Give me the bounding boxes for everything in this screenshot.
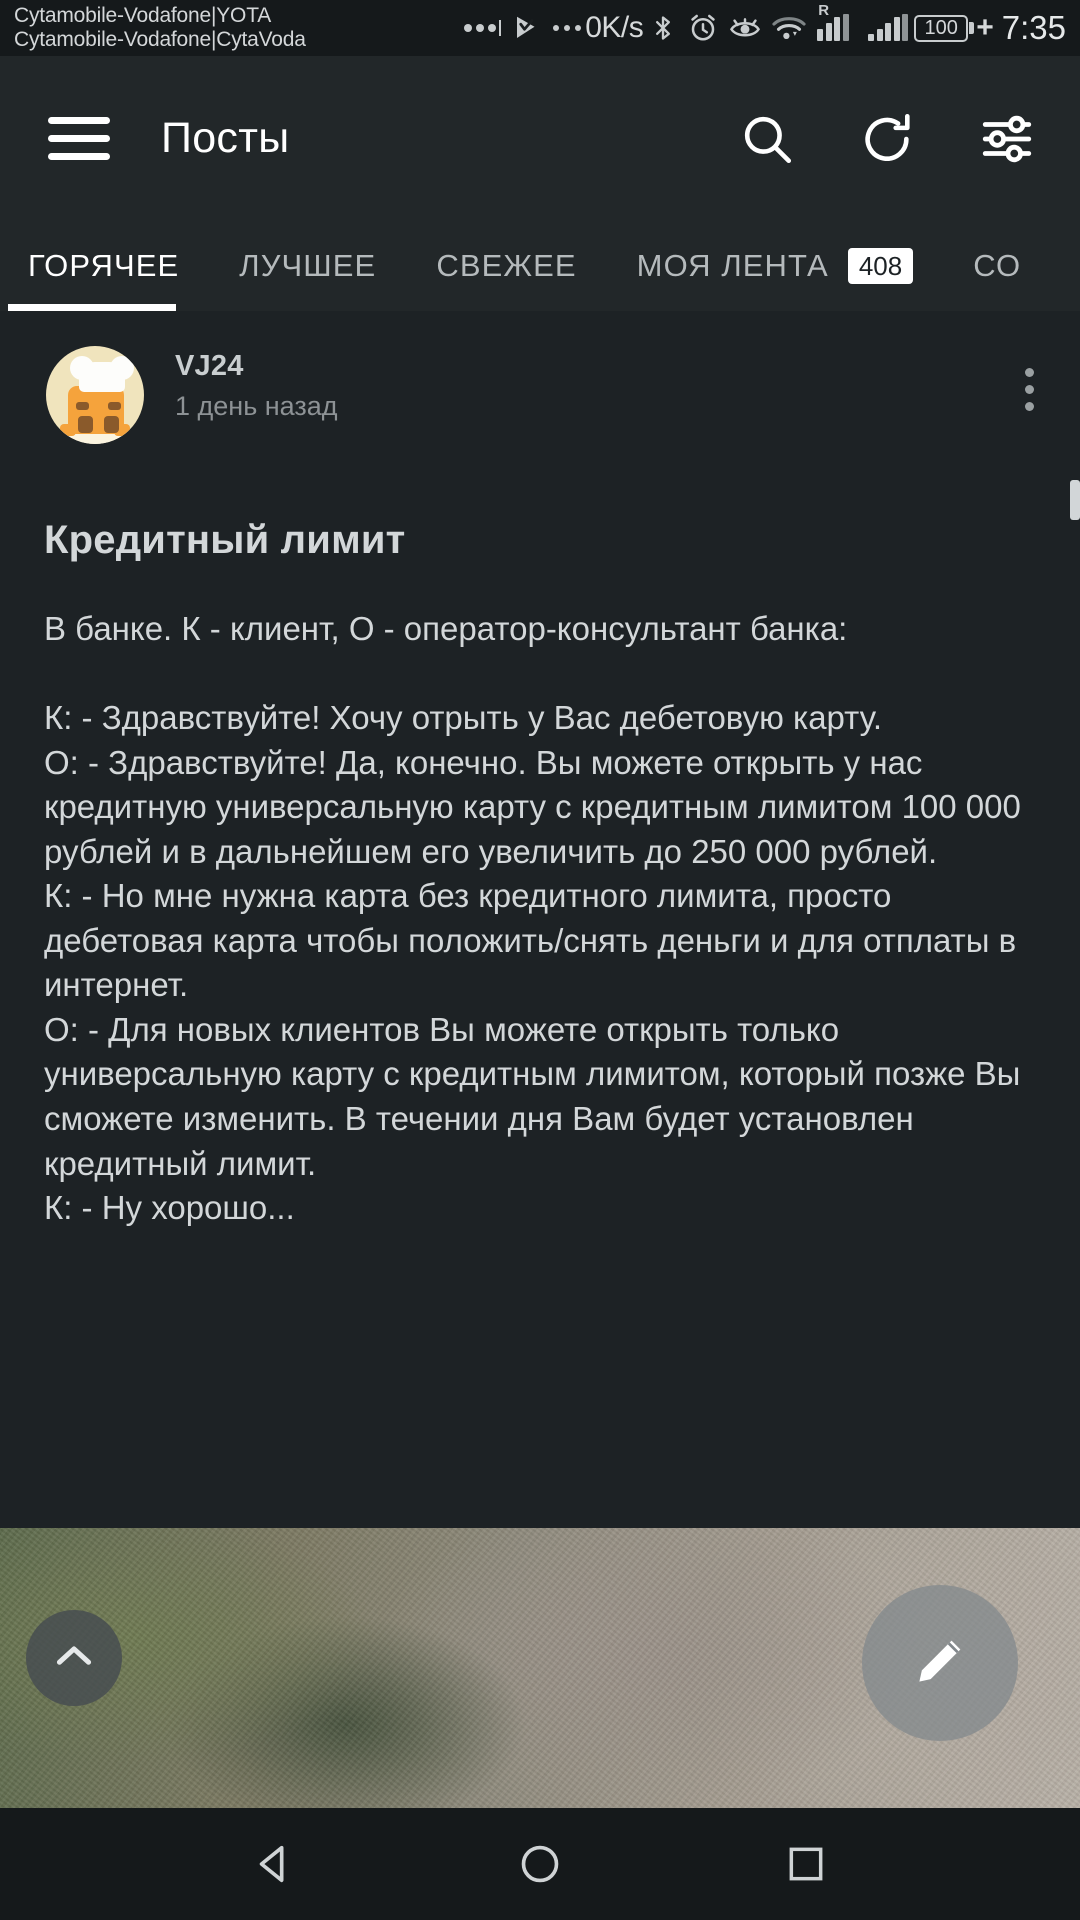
- carrier-line-2: Cytamobile-Vodafone|CytaVoda: [14, 28, 306, 51]
- post-body: В банке. К - клиент, О - оператор-консул…: [44, 610, 1021, 1227]
- tab-label: СО: [973, 248, 1022, 283]
- active-tab-indicator: [8, 304, 176, 311]
- signal-roaming-icon: R: [817, 2, 857, 41]
- scrollbar-thumb[interactable]: [1070, 480, 1080, 520]
- chef-avatar[interactable]: [46, 346, 144, 444]
- dots-menu-icon: [464, 24, 497, 32]
- bluetooth-icon: [649, 13, 677, 43]
- battery-level: 100: [924, 17, 958, 39]
- system-navigation-bar: [0, 1808, 1080, 1920]
- pencil-edit-icon: [907, 1628, 973, 1699]
- refresh-icon[interactable]: [856, 108, 918, 170]
- post-title[interactable]: Кредитный лимит: [44, 518, 1080, 563]
- post-meta: VJ24 1 день назад: [175, 346, 338, 422]
- tab-label: ЛУЧШЕЕ: [239, 248, 377, 283]
- roaming-label: R: [818, 2, 830, 19]
- status-bar: Cytamobile-Vodafone|YOTA Cytamobile-Voda…: [0, 0, 1080, 56]
- wifi-icon: [772, 14, 806, 42]
- app-bar-actions: [736, 108, 1080, 170]
- more-dots-icon: [553, 25, 582, 31]
- post-card: VJ24 1 день назад Кредитный лимит В банк…: [0, 311, 1080, 1231]
- kebab-menu-icon[interactable]: [1025, 346, 1034, 411]
- post-header: VJ24 1 день назад: [0, 311, 1080, 444]
- carrier-line-1: Cytamobile-Vodafone|YOTA: [14, 4, 272, 28]
- recents-square-icon[interactable]: [771, 1829, 841, 1899]
- filter-settings-icon[interactable]: [976, 108, 1038, 170]
- alarm-icon: [688, 13, 718, 43]
- charging-indicator: +: [976, 11, 994, 44]
- post-author[interactable]: VJ24: [175, 350, 338, 383]
- search-icon[interactable]: [736, 108, 798, 170]
- scroll-to-top-button[interactable]: [26, 1610, 122, 1706]
- chevron-up-icon: [49, 1631, 99, 1686]
- tab-3[interactable]: МОЯ ЛЕНТА 408: [637, 221, 914, 311]
- battery-icon: 100: [914, 14, 975, 42]
- home-circle-icon[interactable]: [505, 1829, 575, 1899]
- carrier-labels: Cytamobile-Vodafone|YOTA Cytamobile-Voda…: [14, 4, 306, 51]
- tab-4[interactable]: СО: [973, 221, 1021, 311]
- divider: [499, 20, 502, 36]
- tab-badge: 408: [847, 248, 914, 284]
- tab-2[interactable]: СВЕЖЕЕ: [436, 221, 576, 311]
- tab-bar: ГОРЯЧЕЕ ЛУЧШЕЕ СВЕЖЕЕ МОЯ ЛЕНТА 408 СО: [0, 221, 1080, 311]
- tab-1[interactable]: ЛУЧШЕЕ: [239, 221, 376, 311]
- hamburger-menu-icon[interactable]: [48, 117, 110, 160]
- tab-label: СВЕЖЕЕ: [436, 248, 577, 283]
- status-clock: 7:35: [1001, 9, 1066, 46]
- app-bar: Посты: [0, 56, 1080, 221]
- eye-icon: [729, 13, 761, 43]
- play-check-icon: [512, 13, 542, 43]
- app-root: Cytamobile-Vodafone|YOTA Cytamobile-Voda…: [0, 0, 1080, 1920]
- tab-0[interactable]: ГОРЯЧЕЕ: [28, 221, 179, 311]
- signal-icon: [868, 14, 909, 41]
- status-bar-icons: 0K/s R 100 + 7:35: [464, 2, 1080, 47]
- tab-label: МОЯ ЛЕНТА: [636, 248, 829, 283]
- post-timestamp: 1 день назад: [175, 391, 338, 421]
- page-title: Посты: [161, 114, 290, 162]
- tab-label: ГОРЯЧЕЕ: [28, 248, 180, 283]
- back-triangle-icon[interactable]: [239, 1829, 309, 1899]
- compose-post-button[interactable]: [862, 1585, 1018, 1741]
- network-speed-label: 0K/s: [585, 11, 644, 44]
